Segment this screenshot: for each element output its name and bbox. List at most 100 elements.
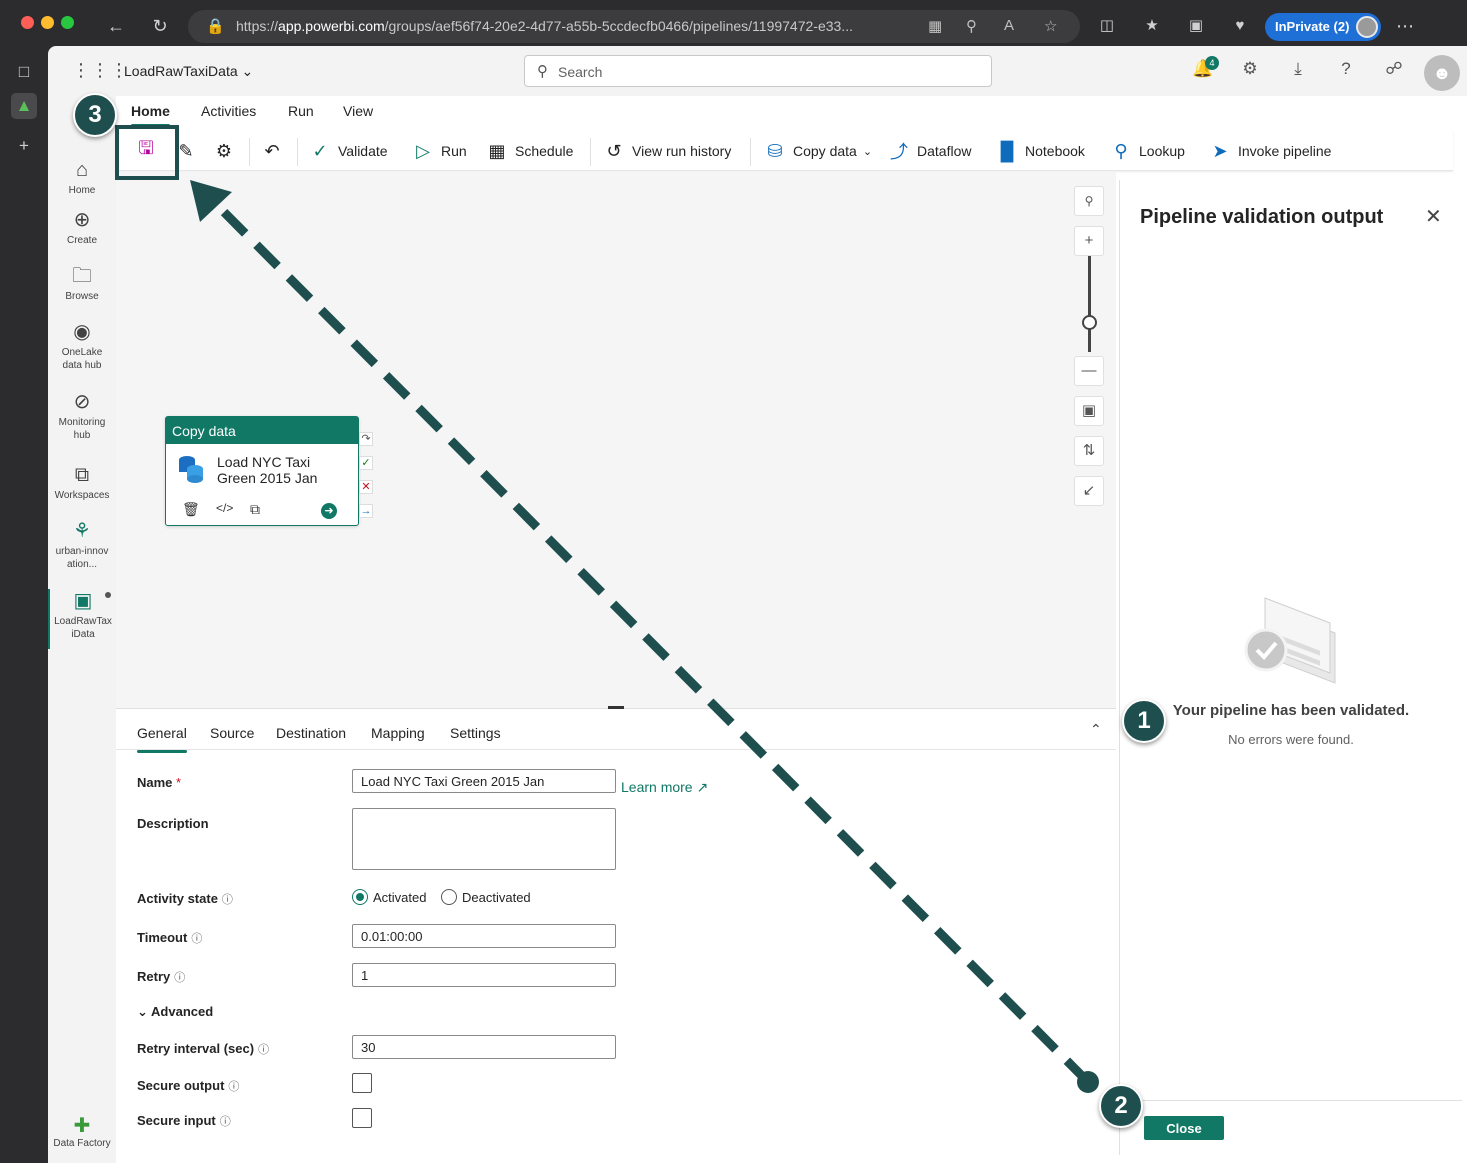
nav-onelake[interactable]: ◉ OneLake data hub [48, 320, 116, 372]
nav-create[interactable]: ⊕ Create [48, 208, 116, 247]
help-icon[interactable]: ? [1334, 59, 1358, 83]
zoom-out-icon[interactable]: — [1074, 356, 1104, 386]
copy-data-button[interactable]: ⛁ Copy data ⌄ [765, 140, 872, 162]
zoom-slider-handle[interactable] [1082, 315, 1097, 330]
nav-home[interactable]: ⌂ Home [48, 158, 116, 197]
tab-run[interactable]: Run [288, 103, 314, 119]
retry-input[interactable]: 1 [352, 963, 616, 987]
deactivated-radio[interactable]: Deactivated [441, 889, 531, 905]
fit-to-screen-icon[interactable]: ▣ [1074, 396, 1104, 426]
tab-settings[interactable]: Settings [450, 725, 501, 741]
retry-interval-input[interactable]: 30 [352, 1035, 616, 1059]
tab-source[interactable]: Source [210, 725, 254, 741]
lookup-icon: ⚲ [1114, 140, 1128, 161]
refresh-icon[interactable]: ↻ [147, 13, 173, 39]
secure-output-checkbox[interactable] [352, 1073, 372, 1093]
retry-interval-label: Retry interval (sec) ⓘ [137, 1041, 270, 1056]
skip-connector-icon[interactable]: ↷ [359, 432, 373, 446]
undo-button[interactable]: ↶ [262, 140, 290, 162]
address-bar[interactable]: 🔒 https://app.powerbi.com/groups/aef56f7… [188, 10, 1080, 43]
favorite-star-icon[interactable]: ☆ [1044, 17, 1057, 35]
validate-button[interactable]: ✓ Validate [310, 140, 387, 162]
app-launcher-icon[interactable]: ⋮⋮⋮ [72, 60, 129, 81]
failure-connector-icon[interactable]: ✕ [359, 480, 373, 494]
zoom-in-icon[interactable]: + [1074, 226, 1104, 256]
close-window-button[interactable] [21, 16, 34, 29]
code-icon[interactable]: </> [216, 501, 233, 515]
close-button[interactable]: Close [1144, 1116, 1224, 1140]
collapse-icon[interactable]: ↙ [1074, 476, 1104, 506]
health-icon[interactable]: ♥ [1227, 13, 1253, 39]
notebook-button[interactable]: █ Notebook [997, 140, 1085, 162]
toolbar-divider [590, 138, 591, 166]
nav-monitoring[interactable]: ⊘ Monitoring hub [48, 390, 116, 442]
search-input[interactable]: ⚲ Search [524, 55, 992, 87]
chevron-up-icon[interactable]: ⌃ [1090, 721, 1102, 738]
canvas-search-icon[interactable]: ⚲ [1074, 186, 1104, 216]
active-tab-icon[interactable]: ▲ [11, 93, 37, 119]
maximize-window-button[interactable] [61, 16, 74, 29]
learn-more-link[interactable]: Learn more ↗ [621, 779, 708, 796]
dataflow-button[interactable]: ⤴ Dataflow [889, 140, 971, 162]
pipeline-canvas[interactable]: ⚲ + — ▣ ⇅ ↙ Copy data Load NYC Taxi Gree… [116, 172, 1116, 708]
activated-radio[interactable]: Activated [352, 889, 426, 905]
workspace-name[interactable]: LoadRawTaxiData ⌄ [124, 63, 253, 80]
settings-button[interactable]: ⚙ [214, 140, 242, 162]
zoom-slider-track[interactable] [1088, 256, 1091, 352]
tab-actions-icon[interactable]: □ [11, 59, 37, 85]
inprivate-badge[interactable]: InPrivate (2) [1265, 13, 1381, 41]
schedule-button[interactable]: ▦ Schedule [487, 140, 573, 162]
tab-general[interactable]: General [137, 725, 187, 753]
data-factory-switcher[interactable]: ✚ Data Factory [48, 1113, 116, 1149]
checkmark-icon: ✓ [312, 140, 328, 161]
view-run-history-button[interactable]: ↺ View run history [604, 140, 731, 162]
invoke-pipeline-button[interactable]: ➤ Invoke pipeline [1210, 140, 1331, 162]
tab-mapping[interactable]: Mapping [371, 725, 425, 741]
name-input[interactable]: Load NYC Taxi Green 2015 Jan [352, 769, 616, 793]
more-menu-icon[interactable]: ⋯ [1392, 13, 1418, 39]
completion-connector-icon[interactable]: → [359, 504, 373, 518]
timeout-input[interactable]: 0.01:00:00 [352, 924, 616, 948]
edit-button[interactable]: ✎ [176, 140, 204, 162]
collections-icon[interactable]: ▣ [1183, 13, 1209, 39]
back-arrow-icon[interactable]: ← [103, 13, 129, 39]
nav-workspaces[interactable]: ⧉ Workspaces [48, 463, 116, 502]
url-text: https://app.powerbi.com/groups/aef56f74-… [236, 18, 853, 34]
favorites-icon[interactable]: ★ [1139, 13, 1165, 39]
nav-loadrawtaxidata[interactable]: ▣ LoadRawTaxiData [48, 589, 116, 649]
tab-destination[interactable]: Destination [276, 725, 346, 741]
lookup-button[interactable]: ⚲ Lookup [1111, 140, 1185, 162]
new-tab-icon[interactable]: + [11, 133, 37, 159]
activity-state-label: Activity state ⓘ [137, 891, 233, 906]
advanced-toggle[interactable]: ⌄ Advanced [137, 1004, 213, 1020]
delete-trash-icon[interactable]: 🗑 [182, 501, 200, 518]
description-textarea[interactable] [352, 808, 616, 870]
split-screen-icon[interactable]: ◫ [1094, 13, 1120, 39]
copy-data-activity[interactable]: Copy data Load NYC Taxi Green 2015 Jan 🗑… [165, 416, 359, 526]
tab-home[interactable]: Home [131, 103, 170, 127]
auto-layout-icon[interactable]: ⇅ [1074, 436, 1104, 466]
success-connector-icon[interactable]: ✓ [359, 456, 373, 470]
share-icon[interactable]: ☍ [1382, 59, 1406, 83]
settings-gear-icon[interactable]: ⚙ [1238, 59, 1262, 83]
key-icon[interactable]: ⚲ [966, 17, 977, 35]
arrow-right-circle-icon[interactable]: ➜ [321, 503, 337, 519]
retry-label: Retry ⓘ [137, 969, 186, 984]
minimize-window-button[interactable] [41, 16, 54, 29]
tab-activities[interactable]: Activities [201, 103, 256, 119]
run-button[interactable]: ▷ Run [413, 140, 467, 162]
info-icon: ⓘ [221, 894, 233, 906]
download-icon[interactable]: ⤓ [1286, 59, 1310, 83]
nav-urban-workspace[interactable]: ⚘ urban-innovation... [48, 519, 116, 571]
account-avatar[interactable]: ☻ [1424, 55, 1460, 91]
info-icon: ⓘ [191, 933, 203, 945]
copy-icon[interactable]: ⧉ [250, 501, 260, 518]
read-aloud-icon[interactable]: A [1004, 17, 1014, 34]
toolbar-divider [249, 138, 250, 166]
secure-input-checkbox[interactable] [352, 1108, 372, 1128]
close-icon[interactable]: ✕ [1425, 204, 1442, 229]
tab-view[interactable]: View [343, 103, 373, 119]
nav-browse[interactable]: 🗀 Browse [48, 264, 116, 303]
info-icon: ⓘ [228, 1081, 240, 1093]
tracking-icon[interactable]: ▦ [928, 17, 942, 35]
